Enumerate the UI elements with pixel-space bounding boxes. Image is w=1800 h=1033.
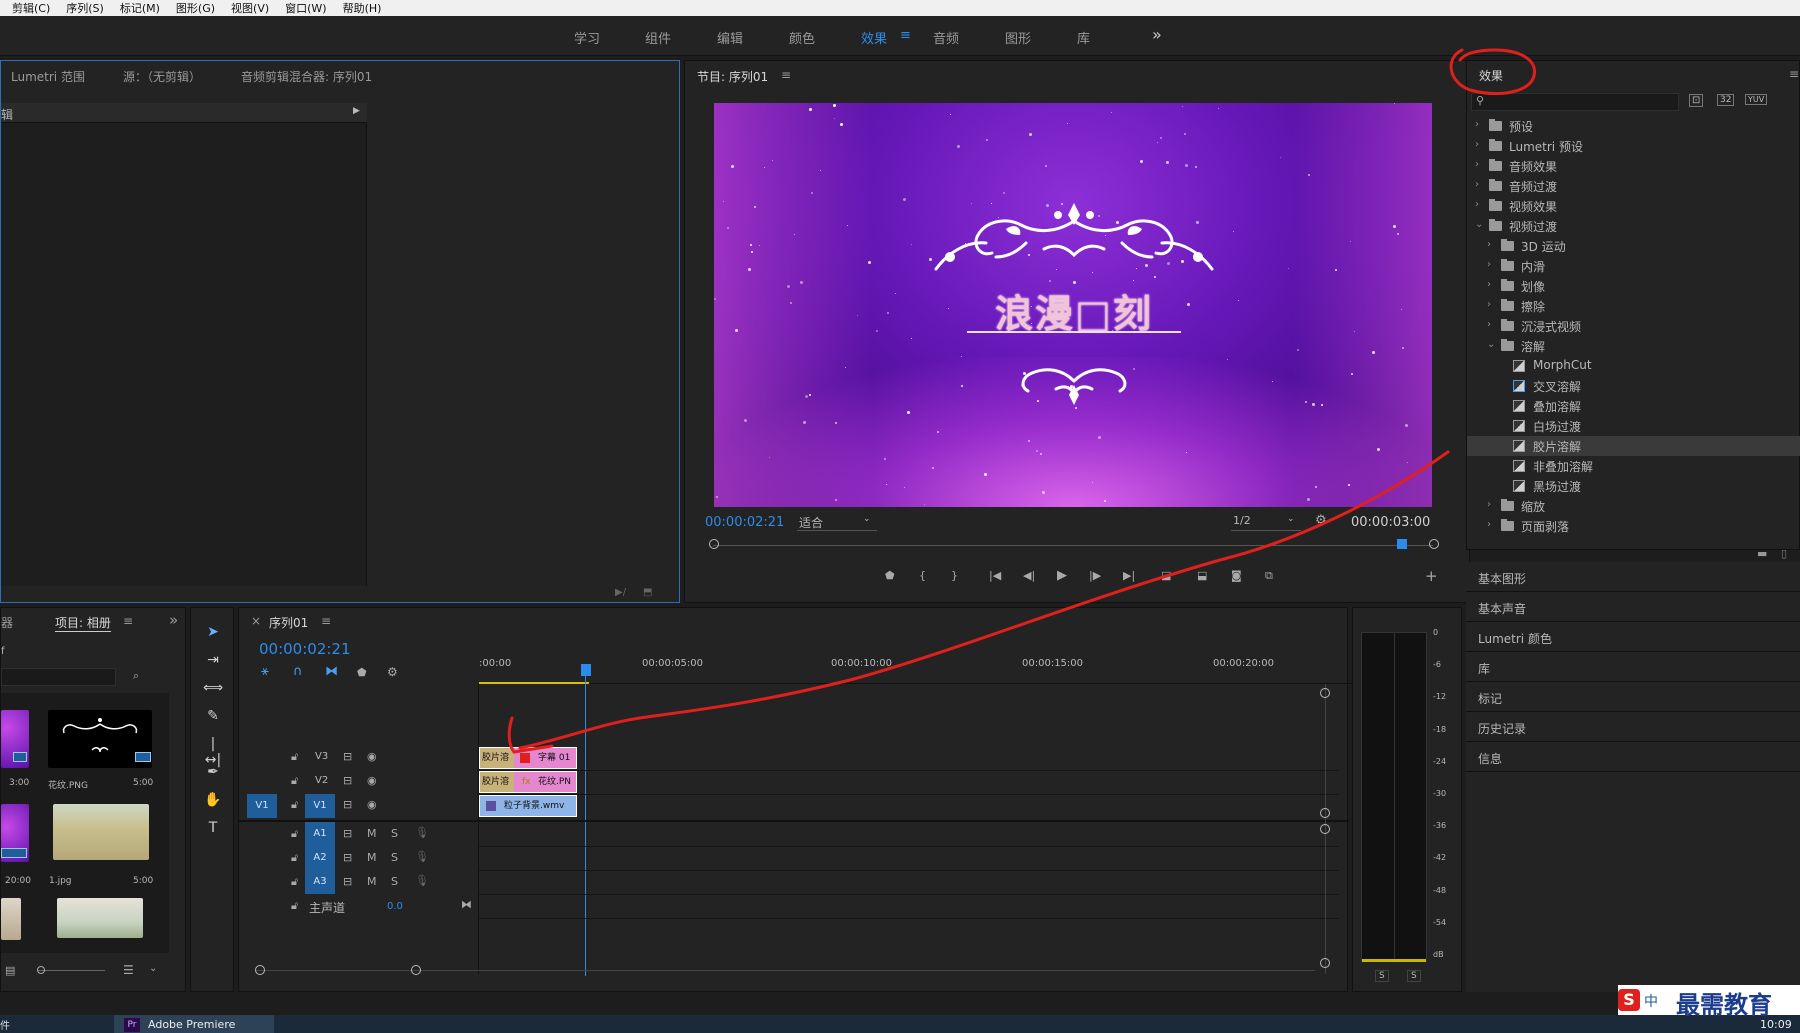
circle-annotation <box>1449 48 1536 95</box>
arrow-annotation <box>518 450 1450 750</box>
annotation-overlay <box>507 48 1536 754</box>
